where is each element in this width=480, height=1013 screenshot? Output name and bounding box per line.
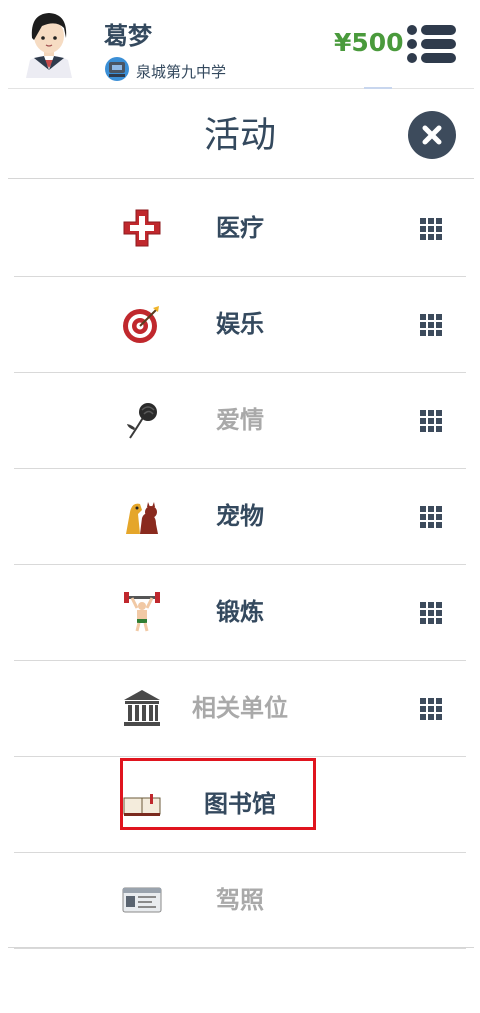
activity-item-label: 图书馆 bbox=[204, 790, 276, 818]
header-divider bbox=[8, 88, 474, 89]
activity-item-library[interactable]: 图书馆 bbox=[14, 756, 466, 853]
bottom-divider bbox=[8, 947, 474, 948]
header-bar: 葛梦 泉城第九中学 ¥500 bbox=[0, 0, 480, 88]
activity-item-label: 医疗 bbox=[216, 214, 264, 242]
list-menu-icon[interactable] bbox=[406, 24, 458, 64]
activity-item-label: 锻炼 bbox=[216, 598, 264, 626]
red-cross-icon bbox=[123, 209, 161, 247]
activity-item-institutions[interactable]: 相关单位 bbox=[14, 660, 466, 757]
close-icon bbox=[422, 125, 442, 145]
header-divider-accent bbox=[364, 87, 392, 89]
book-icon bbox=[123, 794, 161, 816]
grid-icon[interactable] bbox=[420, 602, 442, 624]
grid-icon[interactable] bbox=[420, 218, 442, 240]
activity-item-romance[interactable]: 爱情 bbox=[14, 372, 466, 469]
grid-icon[interactable] bbox=[420, 698, 442, 720]
pets-icon bbox=[126, 502, 158, 534]
weightlifter-icon bbox=[124, 592, 160, 632]
activity-item-drivers-license[interactable]: 驾照 bbox=[14, 852, 466, 949]
rose-icon bbox=[127, 403, 157, 439]
activity-item-label: 娱乐 bbox=[216, 310, 264, 338]
grid-icon[interactable] bbox=[420, 410, 442, 432]
school-name: 泉城第九中学 bbox=[136, 63, 227, 81]
player-name: 葛梦 bbox=[104, 22, 152, 50]
driver-license-icon bbox=[122, 887, 162, 913]
activity-item-label: 相关单位 bbox=[192, 694, 288, 722]
money-balance: ¥500 bbox=[334, 28, 404, 57]
activity-item-exercise[interactable]: 锻炼 bbox=[14, 564, 466, 661]
activity-item-label: 宠物 bbox=[216, 502, 264, 530]
building-icon bbox=[124, 690, 160, 726]
activity-item-label: 爱情 bbox=[216, 406, 264, 434]
avatar[interactable] bbox=[20, 10, 78, 78]
activity-item-label: 驾照 bbox=[216, 886, 264, 914]
activity-item-medical[interactable]: 医疗 bbox=[14, 180, 466, 277]
grid-icon[interactable] bbox=[420, 314, 442, 336]
close-button[interactable] bbox=[408, 111, 456, 159]
school-icon bbox=[105, 57, 129, 81]
activity-item-pets[interactable]: 宠物 bbox=[14, 468, 466, 565]
activity-item-entertainment[interactable]: 娱乐 bbox=[14, 276, 466, 373]
target-icon bbox=[123, 306, 159, 343]
grid-icon[interactable] bbox=[420, 506, 442, 528]
title-divider bbox=[8, 178, 474, 179]
